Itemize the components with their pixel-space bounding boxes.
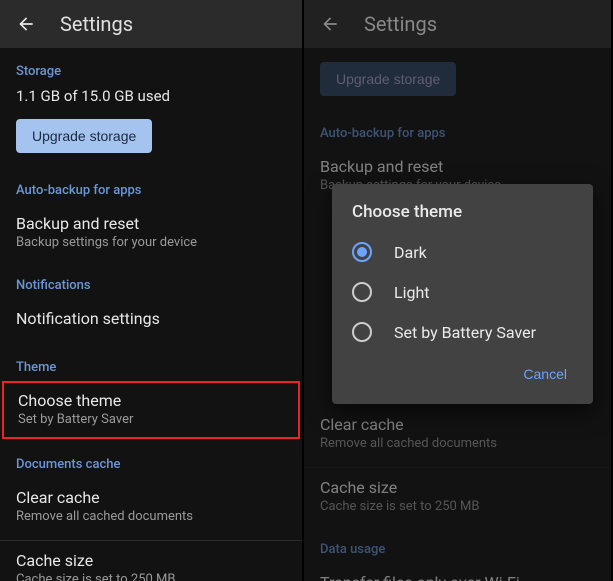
page-title: Settings [60,12,133,36]
upgrade-storage-button[interactable]: Upgrade storage [16,119,152,153]
item-subtitle: Backup settings for your device [16,235,286,250]
item-notification-settings[interactable]: Notification settings [0,299,302,340]
appbar: Settings [304,0,611,48]
section-autobackup: Auto-backup for apps [304,110,611,147]
item-backup-and-reset[interactable]: Backup and reset Backup settings for you… [0,204,302,262]
section-documents-cache: Documents cache [0,439,302,478]
item-title: Cache size [16,551,286,570]
appbar: Settings [0,0,302,48]
radio-label: Set by Battery Saver [394,323,536,342]
item-subtitle: Cache size is set to 250 MB [16,572,286,581]
back-arrow-icon[interactable] [320,14,340,34]
settings-pane-left: Settings Storage 1.1 GB of 15.0 GB used … [0,0,304,581]
radio-option-battery-saver[interactable]: Set by Battery Saver [332,312,593,352]
upgrade-storage-button[interactable]: Upgrade storage [320,62,456,96]
cancel-button[interactable]: Cancel [515,358,575,390]
radio-icon [352,282,372,302]
back-arrow-icon[interactable] [16,14,36,34]
item-title: Backup and reset [16,214,286,233]
item-clear-cache[interactable]: Clear cache Remove all cached documents [304,405,611,463]
section-autobackup: Auto-backup for apps [0,167,302,204]
item-cache-size[interactable]: Cache size Cache size is set to 250 MB [0,541,302,581]
item-choose-theme[interactable]: Choose theme Set by Battery Saver [2,381,300,439]
section-data-usage: Data usage [304,526,611,563]
section-storage: Storage [0,48,302,85]
item-subtitle: Remove all cached documents [320,436,595,451]
item-title: Clear cache [320,415,595,434]
radio-label: Dark [394,243,427,262]
dialog-title: Choose theme [332,202,593,232]
item-subtitle: Set by Battery Saver [18,412,284,427]
settings-pane-right: Settings Upgrade storage Auto-backup for… [304,0,611,581]
settings-content: Storage 1.1 GB of 15.0 GB used Upgrade s… [0,48,302,581]
item-title: Notification settings [16,309,286,328]
dialog-actions: Cancel [332,352,593,396]
item-title: Backup and reset [320,157,595,176]
radio-label: Light [394,283,430,302]
item-subtitle: Cache size is set to 250 MB [320,499,595,514]
item-title: Choose theme [18,391,284,410]
radio-option-light[interactable]: Light [332,272,593,312]
section-notifications: Notifications [0,262,302,299]
radio-icon [352,322,372,342]
item-title: Transfer files only over Wi-Fi [320,573,595,581]
item-wifi-transfer[interactable]: Transfer files only over Wi-Fi [304,563,611,581]
item-title: Clear cache [16,488,286,507]
choose-theme-dialog: Choose theme Dark Light Set by Battery S… [332,184,593,404]
page-title: Settings [364,12,437,36]
radio-icon [352,242,372,262]
item-clear-cache[interactable]: Clear cache Remove all cached documents [0,478,302,536]
item-cache-size[interactable]: Cache size Cache size is set to 250 MB [304,468,611,526]
item-title: Cache size [320,478,595,497]
radio-option-dark[interactable]: Dark [332,232,593,272]
storage-usage-text: 1.1 GB of 15.0 GB used [0,85,302,115]
item-subtitle: Remove all cached documents [16,509,286,524]
section-theme: Theme [0,340,302,381]
